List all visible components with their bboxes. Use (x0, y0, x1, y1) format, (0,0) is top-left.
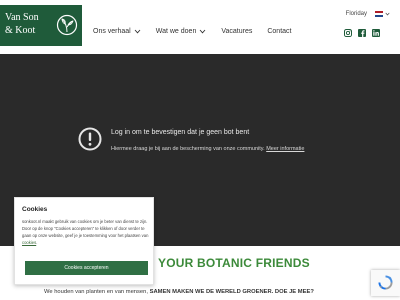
floriday-link[interactable]: Floriday (346, 11, 367, 17)
logo-line-2: & Koot (5, 25, 36, 36)
facebook-icon[interactable] (358, 29, 366, 37)
nav-label: Contact (267, 28, 292, 35)
chevron-down-icon (134, 29, 141, 34)
top-utility-bar: Floriday (346, 11, 390, 17)
logo-line-1: Van Son (5, 12, 39, 23)
leaf-logo-icon (56, 14, 78, 36)
nav-label: Vacatures (221, 28, 253, 35)
accept-cookies-button[interactable]: Cookies accepteren (25, 261, 148, 275)
linkedin-icon[interactable] (372, 29, 380, 37)
bot-check-subtitle: Hiermee draag je bij aan de bescherming … (111, 146, 304, 152)
bot-check-subtitle-text: Hiermee draag je bij aan de bescherming … (111, 146, 265, 152)
tagline-heading: YOUR BOTANIC FRIENDS (158, 256, 310, 270)
alert-circle-icon (78, 127, 102, 151)
logo[interactable]: Van Son & Koot (0, 5, 82, 46)
more-info-link[interactable]: Meer informatie (266, 146, 304, 152)
nav-label: Wat we doen (155, 28, 197, 35)
intro-text-normal: We houden van planten en van mensen, (44, 289, 148, 295)
social-links (338, 29, 380, 37)
intro-text: We houden van planten en van mensen, SAM… (44, 289, 314, 295)
cookie-body-text: sonkoot.nl maakt gebruik van cookies om … (22, 219, 149, 238)
cookies-link[interactable]: cookies (22, 240, 36, 245)
language-selector[interactable] (375, 11, 390, 17)
recaptcha-badge[interactable] (371, 270, 400, 296)
cookie-banner: Cookies sonkoot.nl maakt gebruik van coo… (14, 197, 154, 285)
main-nav: Ons verhaal Wat we doen Vacatures Contac… (93, 28, 306, 35)
nav-item-contact[interactable]: Contact (267, 28, 291, 35)
nav-label: Ons verhaal (93, 28, 131, 35)
instagram-icon[interactable] (344, 29, 352, 37)
cookie-body: sonkoot.nl maakt gebruik van cookies om … (22, 219, 149, 245)
chevron-down-icon (385, 12, 390, 16)
cookie-title: Cookies (22, 206, 48, 213)
dutch-flag-icon (375, 11, 383, 17)
nav-item-ons-verhaal[interactable]: Ons verhaal (93, 28, 141, 35)
recaptcha-icon (378, 275, 393, 290)
chevron-down-icon (200, 29, 206, 34)
nav-item-wat-we-doen[interactable]: Wat we doen (156, 28, 207, 35)
logo-text: Van Son & Koot (5, 11, 39, 37)
site-header: Van Son & Koot Ons verhaal Wat we doen V… (0, 0, 400, 54)
bot-check-title: Log in om te bevestigen dat je geen bot … (111, 129, 250, 136)
nav-item-vacatures[interactable]: Vacatures (221, 28, 252, 35)
intro-text-bold: SAMEN MAKEN WE DE WERELD GROENER. DOE JE… (149, 289, 314, 295)
